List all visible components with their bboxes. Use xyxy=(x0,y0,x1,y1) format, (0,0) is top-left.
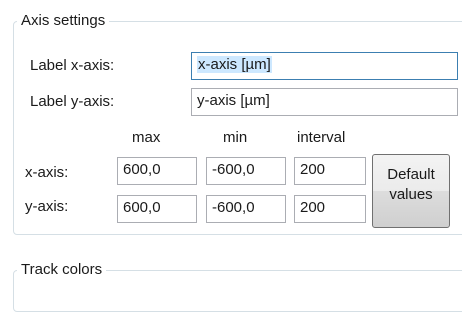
label-x-axis-value: x-axis [µm] xyxy=(197,56,272,73)
default-values-button-line2: values xyxy=(389,186,433,203)
y-axis-max-input[interactable]: 600,0 xyxy=(117,195,197,223)
x-axis-row-label: x-axis: xyxy=(25,164,69,181)
x-axis-min-value: -600,0 xyxy=(212,161,255,178)
column-header-max: max xyxy=(132,129,161,146)
x-axis-max-input[interactable]: 600,0 xyxy=(117,157,197,185)
x-axis-max-value: 600,0 xyxy=(123,161,161,178)
label-y-axis-label: Label y-axis: xyxy=(30,93,115,110)
axis-settings-title: Axis settings xyxy=(17,12,110,30)
y-axis-min-value: -600,0 xyxy=(212,199,255,216)
column-header-min: min xyxy=(223,129,248,146)
label-y-axis-value: y-axis [µm] xyxy=(197,92,270,109)
label-y-axis-input[interactable]: y-axis [µm] xyxy=(191,88,458,116)
x-axis-interval-value: 200 xyxy=(300,161,326,178)
x-axis-interval-input[interactable]: 200 xyxy=(294,157,366,185)
y-axis-max-value: 600,0 xyxy=(123,199,161,216)
column-header-interval: interval xyxy=(297,129,346,146)
default-values-button-line1: Default xyxy=(387,166,435,183)
y-axis-row-label: y-axis: xyxy=(25,198,69,215)
y-axis-interval-input[interactable]: 200 xyxy=(294,195,366,223)
label-x-axis-input[interactable]: x-axis [µm] xyxy=(191,52,458,80)
x-axis-min-input[interactable]: -600,0 xyxy=(206,157,286,185)
y-axis-min-input[interactable]: -600,0 xyxy=(206,195,286,223)
default-values-button[interactable]: Default values xyxy=(372,154,450,228)
y-axis-interval-value: 200 xyxy=(300,199,326,216)
label-x-axis-label: Label x-axis: xyxy=(30,57,115,74)
track-colors-title: Track colors xyxy=(17,261,107,279)
